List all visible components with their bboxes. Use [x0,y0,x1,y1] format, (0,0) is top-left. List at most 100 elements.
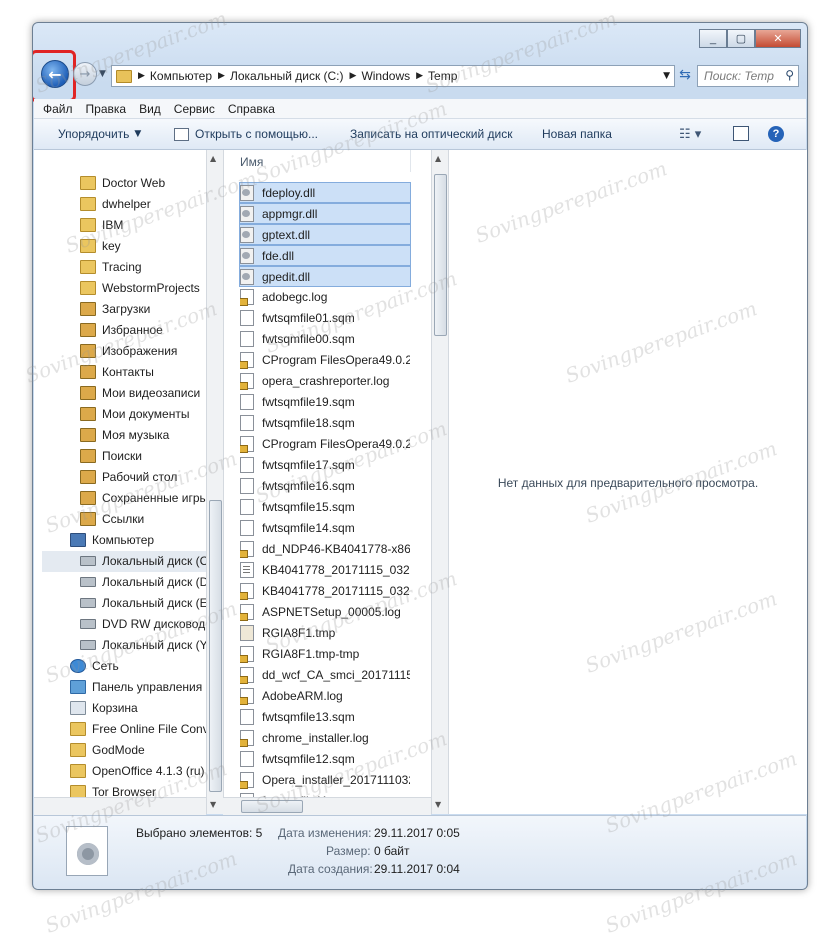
help-icon[interactable]: ? [768,126,784,142]
refresh-button[interactable]: ⇆ [676,67,694,85]
scroll-up-arrow-icon[interactable]: ▲ [210,154,216,163]
menu-view[interactable]: Вид [139,102,161,116]
history-dropdown-icon[interactable]: ▼ [99,69,106,79]
breadcrumb-drive-c[interactable]: ▶ Локальный диск (C:) [218,69,343,83]
forward-button[interactable]: → [73,62,97,86]
file-row[interactable]: fde.dll [239,245,411,266]
sidebar-item[interactable]: Изображения [80,340,177,361]
minimize-button[interactable]: _ [699,29,727,48]
sidebar-item[interactable]: Рабочий стол [80,466,177,487]
horizontal-scroll-thumb[interactable] [241,800,303,813]
breadcrumb-computer[interactable]: ▶ Компьютер [138,69,212,83]
file-row[interactable]: opera_crashreporter.log [240,371,410,391]
file-row[interactable]: CProgram FilesOpera49.0.27 [240,434,410,454]
file-row[interactable]: fwtsqmfile18.sqm [240,413,410,433]
menu-help[interactable]: Справка [228,102,275,116]
file-row[interactable]: Opera_installer_2017111032 [240,770,410,790]
sidebar-item[interactable]: Локальный диск (C:) [80,550,206,571]
file-row[interactable]: appmgr.dll [239,203,411,224]
address-dropdown-icon[interactable]: ▼ [663,71,670,81]
preview-pane-icon[interactable] [733,126,749,141]
sidebar-item[interactable]: Панель управления [70,676,202,697]
file-row[interactable]: fwtsqmfile01.sqm [240,308,410,328]
sidebar-item[interactable]: Ссылки [80,508,144,529]
breadcrumb-temp[interactable]: ▶ Temp [416,69,457,83]
back-button[interactable]: ← [41,60,69,88]
search-icon[interactable]: ⚲ [785,68,794,82]
file-row[interactable]: ASPNETSetup_00005.log [240,602,410,622]
navigation-scrollbar[interactable]: ▲ ▼ [206,150,223,814]
sidebar-item[interactable]: Локальный диск (E:) [80,592,206,613]
sidebar-item[interactable]: Сеть [70,655,119,676]
file-row[interactable]: fwtsqmfile00.sqm [240,329,410,349]
menu-edit[interactable]: Правка [86,102,127,116]
breadcrumb-windows[interactable]: ▶ Windows [350,69,411,83]
scroll-down-arrow-icon[interactable]: ▼ [210,800,216,809]
sidebar-item[interactable]: Сохраненные игры [80,487,206,508]
file-row[interactable]: fwtsqmfile16.sqm [240,476,410,496]
navigation-horizontal-scrollbar[interactable] [34,797,206,815]
file-row[interactable]: adobegc.log [240,287,410,307]
sidebar-item[interactable]: IBM [80,214,123,235]
organize-button[interactable]: Упорядочить ▼ [58,127,141,141]
file-row[interactable]: fwtsqmfile13.sqm [240,707,410,727]
file-name: KB4041778_20171115_032112 [262,584,410,598]
sidebar-item[interactable]: DVD RW дисковод (F:) [80,613,206,634]
file-row[interactable]: RGIA8F1.tmp [240,623,410,643]
menu-tools[interactable]: Сервис [174,102,215,116]
file-row[interactable]: fwtsqmfile15.sqm [240,497,410,517]
file-row[interactable]: KB4041778_20171115_032112 [240,581,410,601]
scroll-up-arrow-icon[interactable]: ▲ [435,154,441,163]
sidebar-item-label: DVD RW дисковод (F:) [102,616,206,631]
search-input[interactable]: Поиск: Temp ⚲ [697,65,799,87]
sidebar-item[interactable]: Free Online File Converter [70,718,206,739]
sidebar-item[interactable]: Поиски [80,445,142,466]
view-options-icon[interactable]: ☷ ▾ [679,127,701,142]
close-button[interactable]: ✕ [755,29,801,48]
file-row[interactable]: AdobeARM.log [240,686,410,706]
maximize-button[interactable]: ▢ [727,29,755,48]
file-row[interactable]: fdeploy.dll [239,182,411,203]
open-with-button[interactable]: Открыть с помощью... [174,127,318,141]
file-row[interactable]: fwtsqmfile19.sqm [240,392,410,412]
sidebar-item[interactable]: OpenOffice 4.1.3 (ru) [70,760,205,781]
scroll-thumb[interactable] [209,500,222,792]
new-folder-button[interactable]: Новая папка [542,127,612,141]
file-row[interactable]: fwtsqmfile14.sqm [240,518,410,538]
column-header-name[interactable]: Имя [240,155,263,169]
sidebar-item[interactable]: Локальный диск (Y:) [80,634,206,655]
address-bar[interactable]: ▶ Компьютер ▶ Локальный диск (C:) ▶ Windows… [111,65,675,87]
sidebar-item[interactable]: Корзина [70,697,138,718]
sidebar-item[interactable]: WebstormProjects [80,277,200,298]
file-row[interactable]: CProgram FilesOpera49.0.27 [240,350,410,370]
sidebar-item[interactable]: Избранное [80,319,163,340]
file-row[interactable]: gpedit.dll [239,266,411,287]
sidebar-item[interactable]: Мои документы [80,403,189,424]
file-row[interactable]: fwtsqmfile12.sqm [240,749,410,769]
scroll-thumb[interactable] [434,174,447,336]
file-row[interactable]: gptext.dll [239,224,411,245]
file-row[interactable]: fwtsqmfile17.sqm [240,455,410,475]
sidebar-item[interactable]: Моя музыка [80,424,169,445]
sidebar-item[interactable]: dwhelper [80,193,151,214]
file-row[interactable]: dd_wcf_CA_smci_20171115_ [240,665,410,685]
sidebar-item[interactable]: GodMode [70,739,145,760]
sidebar-item[interactable]: Локальный диск (D:) [80,571,206,592]
sidebar-item[interactable]: Контакты [80,361,154,382]
menu-file[interactable]: Файл [43,102,73,116]
scroll-down-arrow-icon[interactable]: ▼ [435,800,441,809]
file-list-horizontal-scrollbar[interactable] [223,797,431,815]
sidebar-item[interactable]: Tracing [80,256,142,277]
file-row[interactable]: chrome_installer.log [240,728,410,748]
sidebar-item[interactable]: Компьютер [70,529,154,550]
sidebar-item[interactable]: Загрузки [80,298,150,319]
file-row[interactable]: KB4041778_20171115_032112 [240,560,410,580]
burn-button[interactable]: Записать на оптический диск [350,127,513,141]
sidebar-item[interactable]: key [80,235,121,256]
sidebar-item[interactable]: Doctor Web [80,172,165,193]
file-list-scrollbar[interactable]: ▲ ▼ [431,150,448,814]
file-row[interactable]: RGIA8F1.tmp-tmp [240,644,410,664]
sidebar-item[interactable]: Мои видеозаписи [80,382,200,403]
file-row[interactable]: dd_NDP46-KB4041778-x86_c [240,539,410,559]
column-separator[interactable] [410,150,411,172]
